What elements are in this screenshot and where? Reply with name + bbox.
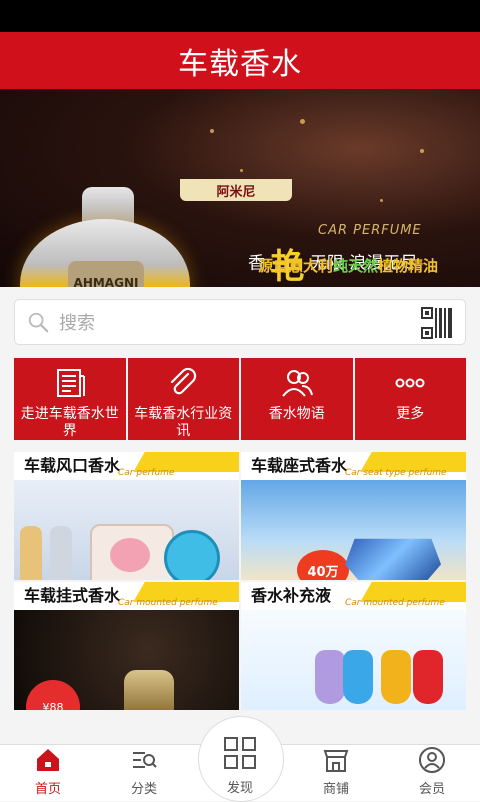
search-placeholder: 搜索: [59, 313, 95, 334]
category-item-more[interactable]: 更多: [354, 358, 466, 440]
more-dots-icon: [395, 378, 425, 388]
tile-image: ¥88: [14, 610, 239, 710]
tile-image: [241, 610, 466, 710]
home-icon: [37, 749, 59, 771]
grid-icon: [224, 737, 256, 769]
nav-shop[interactable]: 商铺: [288, 745, 384, 801]
banner-english-text: CAR PERFUME: [318, 223, 422, 238]
tile-subtitle: Car mounted perfume: [345, 598, 445, 608]
app-header: 车载香水: [0, 32, 480, 89]
page-title: 车载香水: [178, 46, 302, 82]
user-icon: [419, 747, 445, 773]
refill-bottle-image: [343, 650, 373, 704]
paperclip-icon: [171, 367, 197, 395]
newspaper-icon: [56, 369, 85, 397]
nav-member[interactable]: 会员: [384, 745, 480, 801]
pig-image: [110, 538, 150, 572]
bottle-label: AHMAGNI: [68, 261, 144, 287]
tile-seat-perfume[interactable]: 车载座式香水 Car seat type perfume 40万: [241, 452, 466, 580]
tile-subtitle: Car seat type perfume: [345, 468, 447, 478]
tile-title: 车载座式香水: [251, 456, 348, 475]
promo-badge: 40万: [297, 550, 349, 580]
banner-subtitle-green: 纯天然: [333, 257, 379, 275]
banner-subtitle-part2: 植物精油: [378, 257, 439, 275]
nav-home[interactable]: 首页: [0, 745, 96, 801]
brand-tag: 阿米尼: [180, 179, 292, 201]
promo-banner[interactable]: 阿米尼 AHMAGNI CAR PERFUME 香 艳 无限 浪漫无尽 源自意大…: [0, 89, 480, 287]
tile-title: 车载风口香水: [24, 456, 121, 475]
cart-badge: ¥88: [26, 680, 80, 710]
category-grid: 走进车载香水世界 车载香水行业资讯 香水物语 更多: [14, 358, 466, 440]
refill-bottle-image: [381, 650, 411, 704]
nav-label: 会员: [418, 782, 445, 797]
category-search-icon: [133, 752, 157, 768]
nav-label: 发现: [226, 781, 253, 796]
refill-bottle-image: [315, 650, 345, 704]
qr-scan-icon[interactable]: [421, 307, 453, 339]
vent-clip-image: [50, 526, 72, 580]
status-bar: [0, 0, 480, 32]
shop-icon: [323, 750, 349, 772]
vent-clip-image: [20, 526, 42, 580]
nav-category[interactable]: 分类: [96, 745, 192, 801]
round-diffuser-image: [164, 530, 220, 580]
search-input[interactable]: 搜索: [14, 299, 466, 345]
category-item-stories[interactable]: 香水物语: [241, 358, 353, 440]
crystal-bottle-image: [345, 538, 441, 580]
tile-vent-perfume[interactable]: 车载风口香水 Car perfume: [14, 452, 239, 580]
banner-subtitle: 源自意大利纯天然植物精油: [258, 255, 438, 276]
category-label: 香水物语: [268, 406, 325, 422]
tile-title: 车载挂式香水: [24, 586, 121, 605]
category-label: 更多: [396, 406, 425, 422]
tile-subtitle: Car perfume: [118, 468, 175, 478]
nav-label: 分类: [130, 782, 157, 797]
search-icon: [28, 312, 49, 333]
tile-image: 40万: [241, 480, 466, 580]
tile-image: [14, 480, 239, 580]
tile-title: 香水补充液: [251, 586, 332, 605]
hanging-bottle-image: [124, 670, 174, 710]
category-item-news[interactable]: 车载香水行业资讯: [127, 358, 239, 440]
tile-hanging-perfume[interactable]: 车载挂式香水 Car mounted perfume ¥88: [14, 582, 239, 710]
tile-refill[interactable]: 香水补充液 Car mounted perfume: [241, 582, 466, 710]
users-icon: [281, 370, 313, 397]
refill-bottle-image: [413, 650, 443, 704]
tile-subtitle: Car mounted perfume: [118, 598, 218, 608]
product-tiles: 车载风口香水 Car perfume 车载座式香水 Car seat type …: [14, 452, 466, 710]
nav-discover[interactable]: 发现: [198, 716, 282, 800]
nav-label: 首页: [34, 782, 61, 797]
category-label: 走进车载香水世界: [20, 406, 119, 439]
category-label: 车载香水行业资讯: [134, 406, 233, 439]
nav-label: 商铺: [322, 782, 349, 797]
banner-subtitle-part1: 源自意大利: [258, 257, 334, 275]
category-item-world[interactable]: 走进车载香水世界: [14, 358, 126, 440]
